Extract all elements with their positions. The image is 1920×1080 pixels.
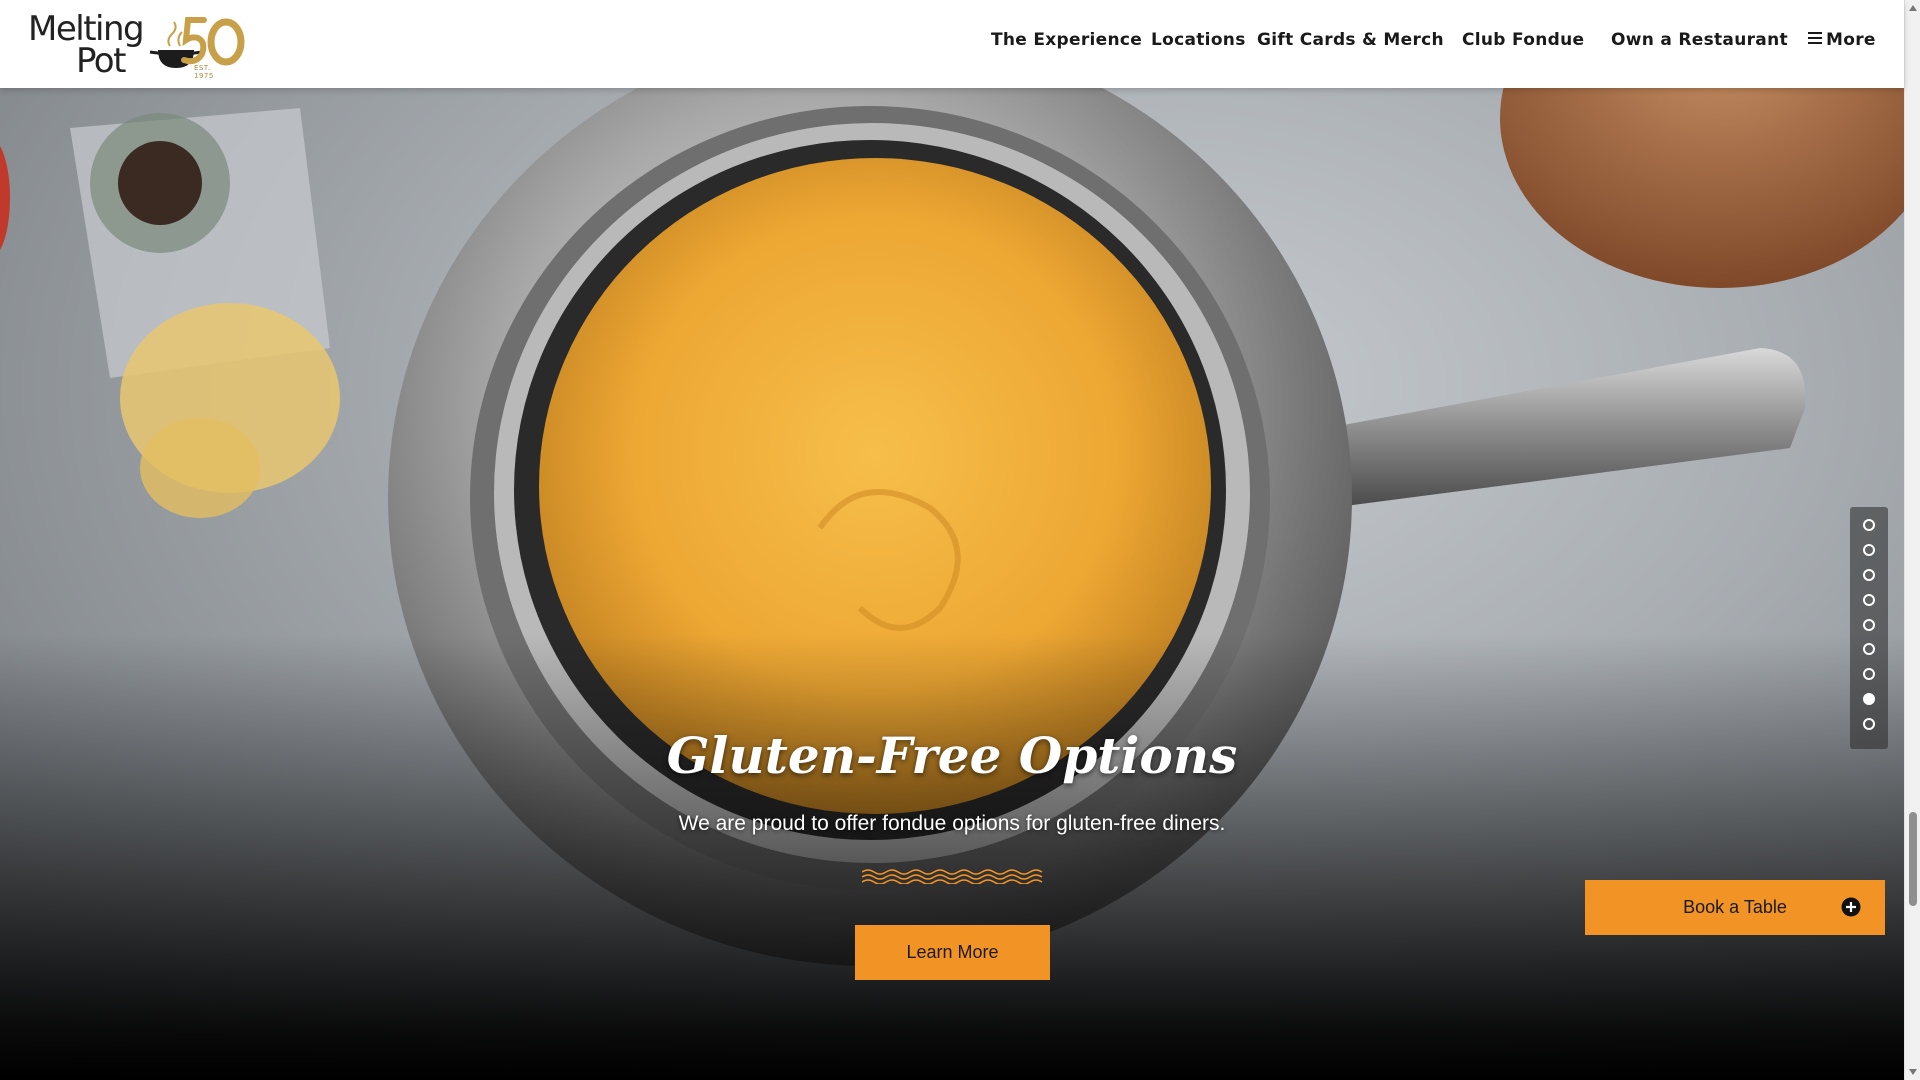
slide-dot[interactable]: [1863, 568, 1875, 581]
page-scrollbar[interactable]: [1904, 0, 1920, 1080]
slide-pagination: [1850, 507, 1888, 749]
hamburger-icon: [1808, 32, 1822, 44]
nav-own-a-restaurant[interactable]: Own a Restaurant: [1611, 30, 1788, 50]
scroll-down-arrow-icon[interactable]: [1909, 1069, 1917, 1075]
slide-dot[interactable]: [1863, 643, 1875, 656]
nav-the-experience[interactable]: The Experience: [991, 30, 1142, 50]
scrollbar-thumb[interactable]: [1909, 812, 1917, 906]
slide-dot[interactable]: [1863, 618, 1875, 631]
nav-more-label: More: [1826, 30, 1876, 50]
slide-dot-active[interactable]: [1863, 693, 1875, 706]
scroll-up-arrow-icon[interactable]: [1909, 5, 1917, 11]
wavy-divider: [862, 869, 1043, 884]
slide-title: Gluten-Free Options: [666, 726, 1238, 785]
site-header: Melting Pot EST. 1975 The Experience Loc…: [0, 0, 1904, 88]
logo-est-text: EST. 1975: [194, 64, 214, 80]
nav-locations[interactable]: Locations: [1151, 30, 1246, 50]
slide-dot[interactable]: [1863, 519, 1875, 531]
slide-dot[interactable]: [1863, 543, 1875, 556]
melting-pot-logo[interactable]: Melting Pot EST. 1975: [28, 10, 245, 81]
slide-dot[interactable]: [1863, 718, 1875, 731]
book-a-table-label: Book a Table: [1683, 897, 1787, 917]
slide-dot[interactable]: [1863, 593, 1875, 606]
plus-circle-icon: [1841, 897, 1861, 917]
logo-word-pot: Pot: [76, 41, 126, 81]
book-a-table-button[interactable]: Book a Table: [1585, 880, 1885, 935]
nav-more-menu[interactable]: More: [1808, 30, 1876, 50]
hero-slide: Gluten-Free Options We are proud to offe…: [0, 88, 1904, 1080]
nav-club-fondue[interactable]: Club Fondue: [1462, 30, 1584, 50]
learn-more-button[interactable]: Learn More: [855, 925, 1050, 980]
nav-gift-cards-merch[interactable]: Gift Cards & Merch: [1257, 30, 1444, 50]
slide-description: We are proud to offer fondue options for…: [678, 812, 1226, 835]
slide-dot[interactable]: [1863, 668, 1875, 681]
